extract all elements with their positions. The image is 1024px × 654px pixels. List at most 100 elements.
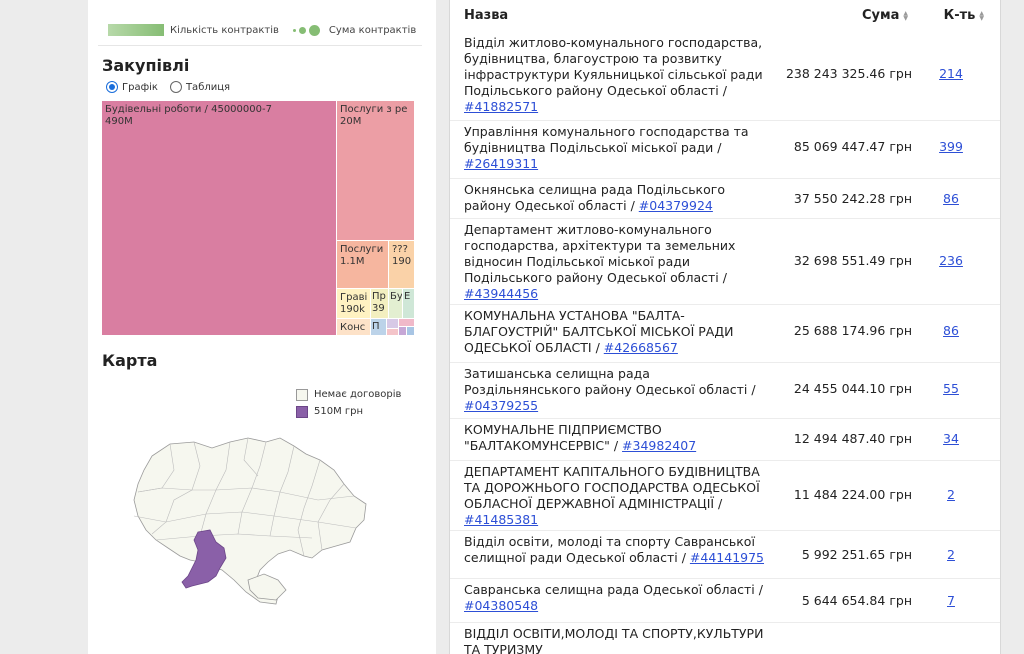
contracts-legend: Кількість контрактів Сума контрактів	[108, 22, 416, 38]
map-legend-label: 510M грн	[314, 406, 364, 417]
radio-table-label: Таблиця	[185, 81, 231, 93]
radio-chart-label: Графік	[122, 81, 158, 93]
radio-table-circle[interactable]	[169, 81, 182, 93]
treemap-tile-label: Е	[404, 291, 411, 302]
contract-sum: 12 494 487.40 грн	[793, 431, 912, 446]
contract-count-link[interactable]: 86	[936, 323, 966, 338]
contract-sum: 24 455 044.10 грн	[793, 381, 912, 396]
buyer-code-link[interactable]: #41485381	[464, 512, 538, 527]
contract-sum: 5 644 654.84 грн	[801, 593, 912, 608]
header-name: Назва	[464, 8, 509, 23]
value-swatch	[296, 405, 308, 418]
count-gradient-swatch	[108, 24, 164, 36]
buyer-code-link[interactable]: #41882571	[464, 99, 538, 114]
treemap-tile-label: Граві	[340, 292, 368, 303]
contract-sum: 85 069 447.47 грн	[793, 139, 912, 154]
buyer-code-link[interactable]: #44141975	[690, 550, 764, 565]
sort-icon[interactable]: ▲ ▼	[979, 10, 984, 21]
contract-sum: 25 688 174.96 грн	[793, 323, 912, 338]
treemap-tile-label: Конс	[340, 322, 366, 333]
treemap-tile-label: Послуги з ре	[340, 104, 408, 115]
treemap-tile[interactable]: Пр 39	[371, 289, 389, 319]
radio-chart[interactable]: Графік	[106, 81, 158, 93]
contract-count-link[interactable]: 214	[936, 66, 966, 81]
radio-chart-circle[interactable]	[106, 81, 118, 93]
buyer-code-link[interactable]: #34982407	[622, 438, 696, 453]
treemap-tile[interactable]	[387, 319, 399, 329]
contract-count-link[interactable]: 86	[936, 191, 966, 206]
contract-sum: 32 698 551.49 грн	[793, 253, 912, 268]
table-row: КОМУНАЛЬНЕ ПІДПРИЄМСТВО "БАЛТАКОМУНСЕРВІ…	[450, 418, 1000, 460]
procurement-title: Закупівлі	[102, 56, 190, 75]
treemap-tile-label: ???	[392, 244, 408, 255]
buyer-name: Управління комунального господарства та …	[464, 124, 749, 171]
contract-count-link[interactable]: 34	[936, 431, 966, 446]
contract-sum: 37 550 242.28 грн	[793, 191, 912, 206]
treemap-tile-label: Бу	[390, 291, 403, 302]
contract-count-link[interactable]: 399	[936, 139, 966, 154]
buyer-name: КОМУНАЛЬНЕ ПІДПРИЄМСТВО "БАЛТАКОМУНСЕРВІ…	[464, 422, 697, 453]
header-count[interactable]: К-ть ▲ ▼	[944, 8, 984, 23]
treemap-tile-value: 20M	[340, 116, 362, 127]
header-count-label: К-ть	[943, 8, 976, 23]
sort-icon[interactable]: ▲ ▼	[903, 10, 908, 21]
treemap-tile[interactable]: Послуги з ре 20M	[337, 101, 415, 241]
map-title: Карта	[102, 351, 158, 370]
buyer-code-link[interactable]: #43944456	[464, 286, 538, 301]
contract-sum: 238 243 325.46 грн	[785, 66, 912, 81]
buyer-name: КОМУНАЛЬНА УСТАНОВА "БАЛТА-БЛАГОУСТРІЙ" …	[464, 308, 734, 355]
treemap-tile[interactable]: Конс	[337, 319, 371, 336]
table-row: Окнянська селищна рада Подільського райо…	[450, 178, 1000, 218]
contract-count-link[interactable]: 2	[936, 547, 966, 562]
treemap-tile[interactable]	[399, 319, 415, 327]
table-row: Департамент житлово-комунального господа…	[450, 218, 1000, 304]
contract-sum: 11 484 224.00 грн	[793, 487, 912, 502]
treemap-tile[interactable]: Будівельні роботи / 45000000-7 490M	[102, 101, 337, 336]
map-legend: Немає договорів 510M грн	[296, 386, 401, 420]
map-legend-label: Немає договорів	[314, 389, 402, 400]
buyer-code-link[interactable]: #04380548	[464, 598, 538, 613]
treemap-tile[interactable]: Бу	[389, 289, 403, 319]
table-row: ДЕПАРТАМЕНТ КАПІТАЛЬНОГО БУДІВНИЦТВА ТА …	[450, 460, 1000, 530]
treemap-tile[interactable]: Послуги 1.1M	[337, 241, 389, 289]
radio-table[interactable]: Таблиця	[169, 81, 231, 93]
map-legend-item: 510M грн	[296, 403, 401, 420]
treemap-tile-label: Послуги	[340, 244, 384, 255]
map-legend-item: Немає договорів	[296, 386, 401, 403]
treemap-tile-value: 1.1M	[340, 256, 365, 267]
contract-count-link[interactable]: 236	[936, 253, 966, 268]
divider	[98, 45, 422, 46]
table-row: Савранська селищна рада Одеської області…	[450, 578, 1000, 622]
treemap-tile-value: 190k	[340, 304, 365, 315]
contract-count-link[interactable]: 2	[936, 487, 966, 502]
no-contracts-swatch	[296, 388, 308, 401]
buyer-name: Департамент житлово-комунального господа…	[464, 222, 736, 301]
header-sum[interactable]: Сума ▲ ▼	[862, 8, 908, 23]
treemap-tile[interactable]	[399, 327, 407, 336]
contract-count-link[interactable]: 55	[936, 381, 966, 396]
treemap-tile[interactable]	[407, 327, 415, 336]
table-row: ВІДДІЛ ОСВІТИ,МОЛОДІ ТА СПОРТУ,КУЛЬТУРИ …	[450, 622, 1000, 654]
buyer-name: Затишанська селищна рада Роздільнянськог…	[464, 366, 756, 413]
procurement-treemap: Будівельні роботи / 45000000-7 490M Послуг…	[102, 101, 415, 336]
buyer-code-link[interactable]: #26419311	[464, 156, 538, 171]
buyer-name: Відділ житлово-комунального господарства…	[464, 35, 763, 114]
treemap-tile[interactable]: П	[371, 319, 387, 336]
treemap-tile[interactable]: Граві 190k	[337, 289, 371, 319]
buyer-code-link[interactable]: #04379255	[464, 398, 538, 413]
treemap-tile[interactable]: ??? 190	[389, 241, 415, 289]
ukraine-map[interactable]	[108, 430, 368, 610]
count-legend-label: Кількість контрактів	[170, 24, 279, 36]
table-header: Назва Сума ▲ ▼ К-ть ▲ ▼	[450, 0, 1000, 32]
treemap-tile-value: 39	[372, 303, 385, 314]
treemap-tile[interactable]	[387, 329, 399, 336]
header-sum-label: Сума	[861, 8, 900, 23]
contract-count-link[interactable]: 7	[936, 593, 966, 608]
table-row: Відділ житлово-комунального господарства…	[450, 32, 1000, 120]
left-panel: Кількість контрактів Сума контрактів Зак…	[88, 0, 436, 654]
buyer-name: Савранська селищна рада Одеської області…	[464, 582, 763, 613]
buyer-code-link[interactable]: #42668567	[604, 340, 678, 355]
buyer-code-link[interactable]: #04379924	[639, 198, 713, 213]
treemap-tile[interactable]: Е	[403, 289, 415, 319]
buyer-name: Окнянська селищна рада Подільського райо…	[464, 182, 725, 213]
